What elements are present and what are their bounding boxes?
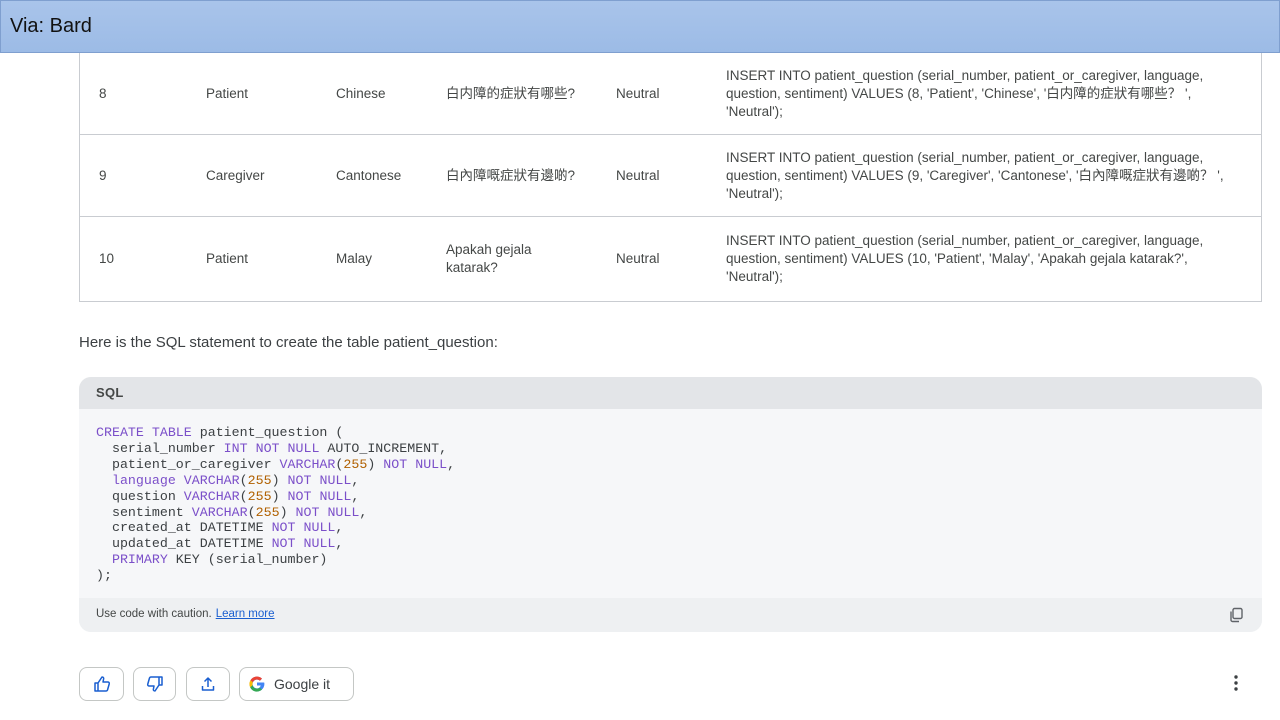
code-token: KEY (serial_number) [167, 552, 328, 568]
code-token: patient_question ( [191, 425, 344, 440]
intro-text: Here is the SQL statement to create the … [79, 334, 498, 351]
code-token: , [359, 504, 368, 520]
code-token: , [335, 520, 344, 536]
cell-question: 白内障的症狀有哪些? [446, 85, 576, 101]
code-token: ); [96, 568, 112, 584]
code-token: ) [271, 488, 288, 504]
code-block: SQL CREATE TABLE patient_question ( seri… [79, 377, 1262, 632]
code-token: ) [367, 456, 384, 472]
code-content[interactable]: CREATE TABLE patient_question ( serial_n… [79, 409, 1262, 598]
code-token: 255 [247, 472, 272, 488]
cell-role: Patient [206, 85, 249, 101]
code-token: ) [279, 504, 296, 520]
code-token: NOT NULL [271, 536, 336, 552]
code-token: NOT NULL [295, 504, 360, 520]
thumbs-up-button[interactable] [79, 667, 124, 701]
code-token: VARCHAR [191, 504, 248, 520]
code-token: NOT NULL [287, 472, 352, 488]
code-token: VARCHAR [183, 472, 240, 488]
share-button[interactable] [186, 667, 230, 701]
learn-more-link[interactable]: Learn more [216, 608, 275, 620]
code-token: 255 [247, 488, 272, 504]
code-token: , [335, 536, 344, 552]
caution-text: Use code with caution. [96, 608, 212, 620]
code-token: question [96, 488, 184, 504]
code-token: , [447, 456, 456, 472]
code-token: INT NOT NULL [223, 440, 320, 456]
code-token: AUTO_INCREMENT, [319, 440, 448, 456]
code-token: sentiment [96, 504, 192, 520]
thumbs-down-icon [146, 676, 163, 692]
cell-sql: INSERT INTO patient_question (serial_num… [726, 233, 1204, 284]
cell-role: Patient [206, 251, 249, 266]
code-token: VARCHAR [279, 456, 336, 472]
code-token: NOT NULL [287, 488, 352, 504]
code-token: 255 [343, 456, 368, 472]
google-it-label: Google it [274, 676, 331, 692]
code-token: ( [247, 504, 256, 520]
cell-sentiment: Neutral [616, 85, 660, 101]
code-token: patient_or_caregiver [96, 456, 280, 472]
code-token: , [351, 488, 360, 504]
code-language-label: SQL [79, 377, 1262, 409]
cell-language: Chinese [336, 85, 386, 101]
code-footer: Use code with caution. Learn more [79, 598, 1262, 632]
table-row: 8 Patient Chinese 白内障的症狀有哪些? Neutral INS… [80, 53, 1261, 135]
code-token: PRIMARY [96, 552, 168, 568]
code-token: NOT NULL [383, 456, 448, 472]
code-token: , [351, 472, 360, 488]
cell-sql: INSERT INTO patient_question (serial_num… [726, 149, 1224, 201]
cell-sentiment: Neutral [616, 251, 660, 266]
code-token: VARCHAR [183, 488, 240, 504]
code-token: 255 [255, 504, 280, 520]
google-g-icon [249, 676, 265, 692]
cell-language: Malay [336, 251, 373, 266]
code-token: ) [271, 472, 288, 488]
cell-language: Cantonese [336, 167, 402, 183]
banner-title: Via: Bard [10, 15, 92, 37]
code-token: ( [239, 472, 248, 488]
source-banner: Via: Bard [0, 0, 1280, 53]
cell-question: Apakah gejala katarak? [446, 242, 532, 275]
cell-serial: 9 [99, 167, 107, 183]
cell-serial: 8 [99, 85, 107, 101]
code-token: created_at DATETIME [96, 520, 272, 536]
code-token: serial_number [96, 440, 224, 456]
share-icon [201, 677, 215, 691]
table-row: 9 Caregiver Cantonese 白內障嘅症狀有邊啲? Neutral… [80, 135, 1261, 217]
code-token: NOT NULL [271, 520, 336, 536]
cell-sql: INSERT INTO patient_question (serial_num… [726, 67, 1204, 119]
cell-serial: 10 [99, 251, 115, 266]
cell-question: 白內障嘅症狀有邊啲? [446, 167, 576, 183]
code-token: ( [239, 488, 248, 504]
more-vert-icon[interactable] [1227, 672, 1245, 694]
code-token: updated_at DATETIME [96, 536, 272, 552]
copy-icon[interactable] [1228, 607, 1244, 623]
cell-sentiment: Neutral [616, 167, 660, 183]
table-row: 10 Patient Malay Apakah gejala katarak? … [80, 218, 1261, 300]
google-it-button[interactable]: Google it [239, 667, 354, 701]
results-table: 8 Patient Chinese 白内障的症狀有哪些? Neutral INS… [79, 53, 1262, 302]
thumbs-up-icon [93, 676, 110, 692]
code-token: CREATE TABLE [96, 425, 192, 440]
code-token: language [96, 472, 184, 488]
cell-role: Caregiver [206, 167, 265, 183]
thumbs-down-button[interactable] [133, 667, 176, 701]
